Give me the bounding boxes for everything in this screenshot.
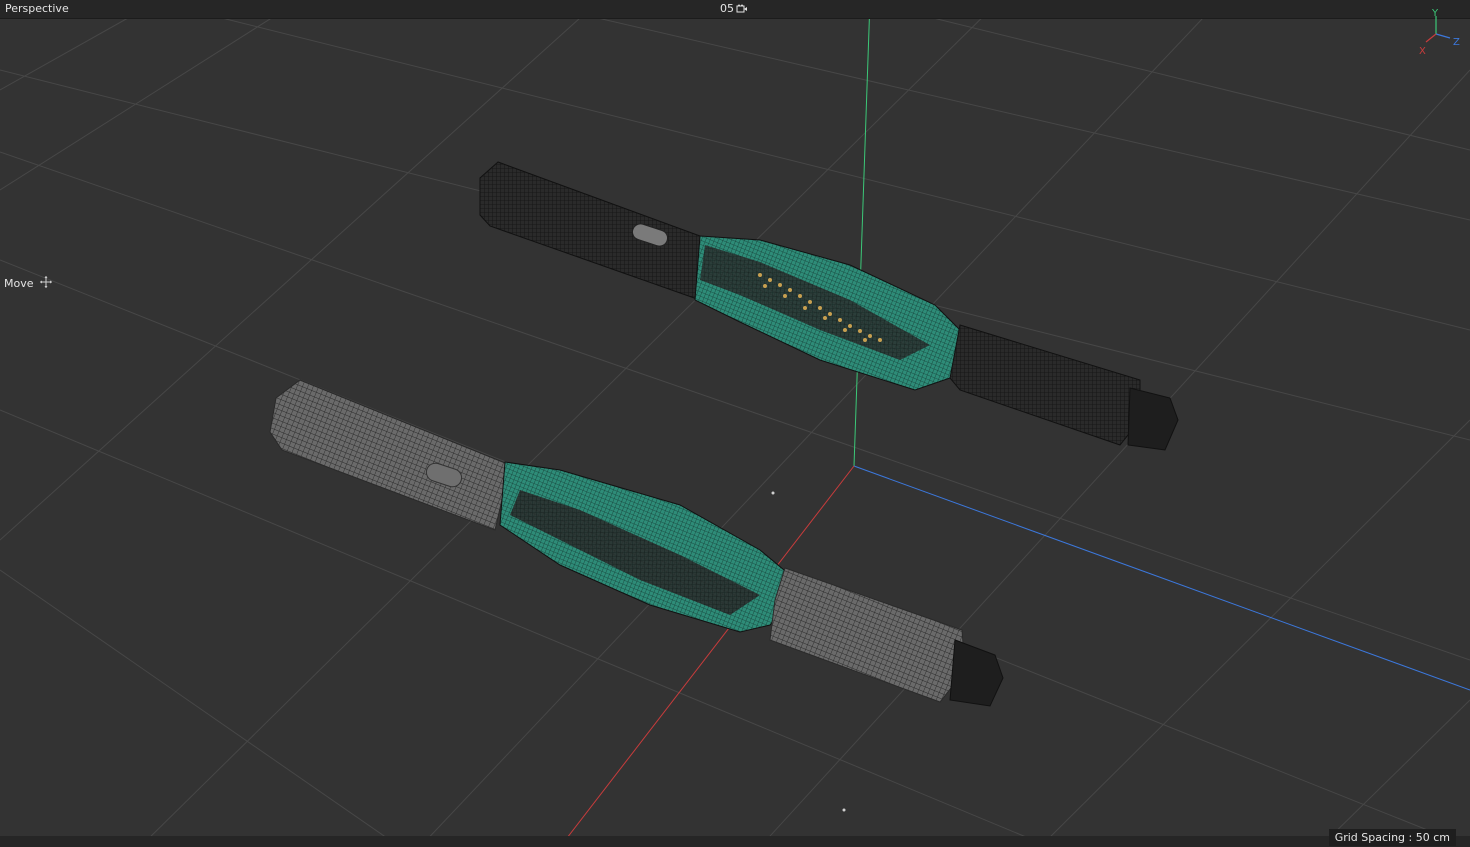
grid-line bbox=[859, 0, 1470, 151]
gizmo-x-label: X bbox=[1419, 46, 1426, 56]
active-tool-indicator: Move bbox=[4, 276, 52, 292]
gizmo-x-axis bbox=[1425, 33, 1437, 43]
3d-viewport[interactable]: Perspective 05 Move Y Z X Grid Spacing:… bbox=[0, 0, 1470, 847]
mesh-end-cap bbox=[949, 639, 1004, 707]
grid-line bbox=[0, 0, 601, 541]
camera-icon bbox=[736, 4, 748, 14]
mesh-tube-left bbox=[479, 161, 701, 301]
viewport-scene[interactable] bbox=[0, 0, 1470, 847]
grid-line bbox=[1039, 419, 1470, 847]
scene-marker bbox=[842, 808, 846, 812]
move-icon bbox=[39, 276, 52, 292]
scene-marker bbox=[771, 491, 775, 495]
axis-y-line bbox=[853, 0, 871, 467]
mesh-tube-right bbox=[949, 324, 1141, 446]
grid-line bbox=[139, 0, 1001, 847]
grid-line bbox=[0, 0, 301, 191]
grid-spacing-label: Grid Spacing : 50 cm bbox=[1328, 829, 1456, 846]
mesh-tube-right bbox=[769, 567, 966, 703]
gizmo-z-axis bbox=[1435, 33, 1451, 39]
grid-line bbox=[759, 69, 1470, 847]
mesh-tube-left bbox=[269, 379, 511, 531]
grid-line bbox=[0, 569, 401, 847]
mesh-object-front bbox=[269, 379, 1004, 707]
grid-line bbox=[1319, 699, 1470, 847]
axis-gizmo[interactable]: Y Z X bbox=[1412, 6, 1464, 56]
viewport-footer bbox=[0, 836, 1470, 847]
camera-label: 05 bbox=[720, 2, 734, 15]
gizmo-y-label: Y bbox=[1431, 8, 1439, 19]
mesh-object-back bbox=[479, 161, 1179, 451]
view-name-label[interactable]: Perspective bbox=[5, 2, 69, 16]
active-tool-label: Move bbox=[4, 277, 34, 290]
camera-menu[interactable]: 05 bbox=[720, 2, 748, 16]
floor-grid bbox=[0, 0, 1470, 847]
gizmo-z-label: Z bbox=[1453, 37, 1460, 48]
